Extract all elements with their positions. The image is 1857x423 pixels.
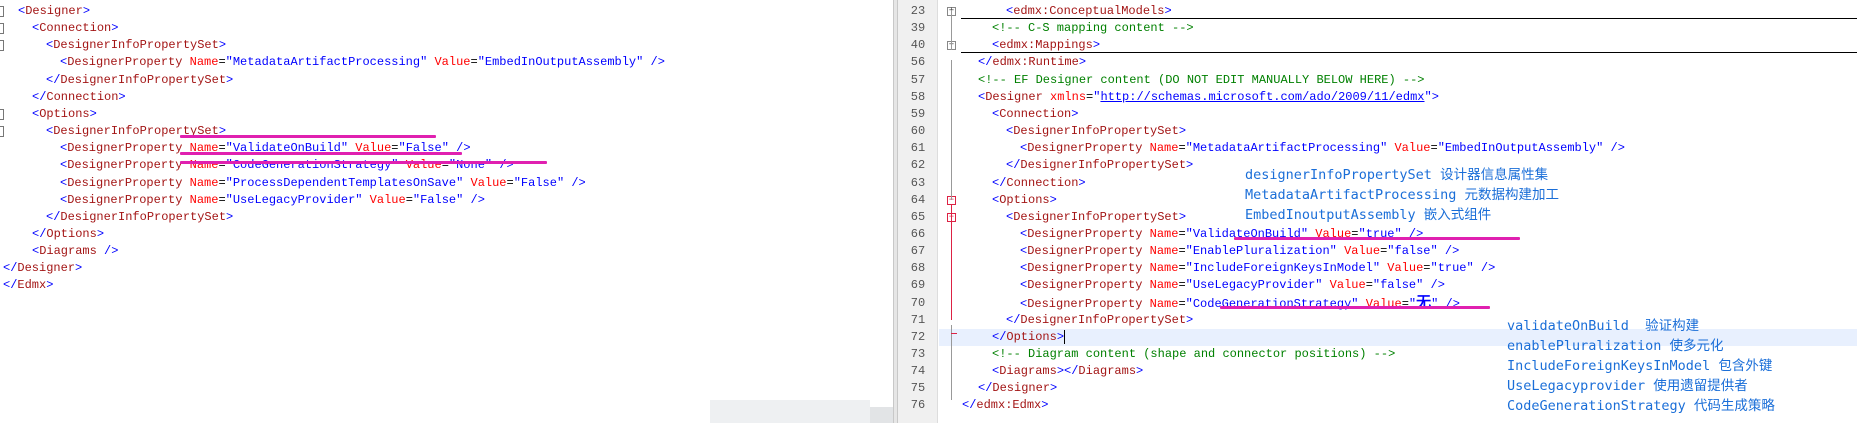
code-line[interactable]: <DesignerProperty Name="MetadataArtifact… [0, 54, 893, 71]
code-text: <!-- EF Designer content (DO NOT EDIT MA… [978, 72, 1425, 87]
code-text: </edmx:Runtime> [978, 55, 1087, 70]
code-line[interactable]: <DesignerProperty Name="ProcessDependent… [0, 175, 893, 192]
annotation-note: validateOnBuild 验证构建 [1507, 318, 1700, 334]
code-text: <Options> [992, 192, 1057, 207]
highlight-underline [180, 135, 436, 138]
region-separator [961, 18, 1857, 19]
code-text: <DesignerProperty Name="UseLegacyProvide… [1020, 278, 1445, 293]
highlight-underline [180, 152, 462, 155]
left-editor-pane[interactable]: <Designer> <Connection> <DesignerInfoPrope… [0, 0, 893, 423]
right-editor-pane[interactable]: 23 <edmx:ConceptualModels> 39 <!-- C-S mapp… [898, 0, 1857, 423]
code-text: <DesignerProperty Name="ValidateOnBuild"… [1020, 226, 1424, 241]
code-text: <DesignerProperty Name="MetadataArtifact… [60, 55, 665, 70]
fold-guide [951, 205, 952, 320]
code-text: <DesignerProperty Name="IncludeForeignKe… [1020, 261, 1496, 276]
code-line[interactable]: </edmx:Runtime> [898, 54, 1857, 71]
code-text: <Designer> [18, 4, 91, 18]
code-line[interactable]: <DesignerProperty Name="UseLegacyProvide… [0, 192, 893, 209]
fold-guide [951, 325, 952, 400]
code-line[interactable]: <DesignerProperty Name="ValidateOnBuild"… [898, 226, 1857, 243]
code-line[interactable]: <Designer xmlns="http://schemas.microsof… [898, 89, 1857, 106]
code-line[interactable]: <DesignerInfoPropertySet> [0, 123, 893, 140]
scroll-corner [710, 400, 870, 423]
code-text: <!-- Diagram content (shape and connecto… [992, 347, 1396, 361]
code-text: </DesignerInfoPropertySet> [1006, 312, 1194, 327]
code-line[interactable]: </DesignerInfoPropertySet> [898, 312, 1857, 329]
code-text: </Options> [32, 226, 105, 241]
code-text: </DesignerInfoPropertySet> [1006, 158, 1194, 173]
code-line[interactable]: </DesignerInfoPropertySet> [0, 72, 893, 89]
annotation-note: IncludeForeignKeysInModel 包含外键 [1507, 358, 1773, 374]
code-text: </DesignerInfoPropertySet> [46, 72, 234, 87]
code-text: <DesignerInfoPropertySet> [46, 38, 227, 53]
code-text: <DesignerProperty Name="CodeGenerationSt… [1020, 294, 1460, 312]
code-text: </DesignerInfoPropertySet> [46, 209, 234, 224]
code-line[interactable]: <DesignerInfoPropertySet> [898, 123, 1857, 140]
code-text: </Connection> [32, 89, 126, 104]
code-text: <DesignerProperty Name="UseLegacyProvide… [60, 192, 485, 207]
highlight-underline [1234, 237, 1520, 240]
annotation-note: enablePluralization 使多元化 [1507, 338, 1724, 354]
annotation-note: UseLegacyprovider 使用遗留提供者 [1507, 378, 1748, 394]
code-text: </Options> [992, 329, 1066, 344]
code-text: <Options> [32, 106, 97, 121]
code-text: <DesignerProperty Name="EnablePluralizat… [1020, 244, 1460, 259]
scroll-corner-right [870, 407, 893, 423]
code-line[interactable]: <!-- C-S mapping content --> [898, 20, 1857, 37]
code-line[interactable]: <DesignerProperty Name="EnablePluralizat… [898, 243, 1857, 260]
code-line[interactable]: </Connection> [0, 89, 893, 106]
code-text: <DesignerProperty Name="CodeGenerationSt… [60, 158, 514, 173]
code-line[interactable]: </Designer> [0, 260, 893, 277]
code-text: </Designer> [3, 261, 83, 276]
region-separator [961, 52, 1857, 53]
code-text: <Designer xmlns="http://schemas.microsof… [978, 89, 1439, 104]
annotation-note: CodeGenerationStrategy 代码生成策略 [1507, 398, 1775, 414]
code-line[interactable]: </DesignerInfoPropertySet> [0, 209, 893, 226]
code-text: <Connection> [32, 21, 119, 36]
code-text: </Edmx> [3, 278, 54, 293]
code-text: </Connection> [992, 175, 1086, 190]
annotation-note: EmbedInoutputAssembly 嵌入式组件 [1245, 207, 1492, 223]
fold-end-marker [951, 333, 957, 334]
code-line[interactable]: <DesignerProperty Name="CodeGenerationSt… [0, 157, 893, 174]
highlight-underline [180, 161, 547, 164]
code-line[interactable]: <DesignerProperty Name="UseLegacyProvide… [898, 277, 1857, 294]
code-line[interactable]: <Connection> [0, 20, 893, 37]
code-text: <DesignerProperty Name="MetadataArtifact… [1020, 141, 1625, 156]
code-line[interactable]: </Edmx> [0, 277, 893, 294]
fold-marker[interactable] [0, 40, 4, 52]
code-line[interactable]: <Options> [0, 106, 893, 123]
code-line[interactable]: <DesignerProperty Name="IncludeForeignKe… [898, 260, 1857, 277]
code-text: <DesignerInfoPropertySet> [1006, 124, 1187, 139]
code-line[interactable]: <!-- EF Designer content (DO NOT EDIT MA… [898, 72, 1857, 89]
code-text: <DesignerInfoPropertySet> [1006, 209, 1187, 224]
code-text: <Connection> [992, 106, 1079, 121]
code-line[interactable]: <DesignerProperty Name="MetadataArtifact… [898, 140, 1857, 157]
annotation-note: MetadataArtifactProcessing 元数据构建加工 [1245, 187, 1559, 203]
fold-marker[interactable] [0, 126, 4, 138]
code-line[interactable]: <Connection> [898, 106, 1857, 123]
fold-guide [951, 10, 952, 50]
fold-marker[interactable] [0, 6, 4, 17]
code-text: <DesignerProperty Name="ProcessDependent… [60, 175, 586, 190]
code-text: <Diagrams></Diagrams> [992, 364, 1144, 379]
annotation-note: designerInfoPropertySet 设计器信息属性集 [1245, 167, 1549, 183]
code-line[interactable]: <Designer> [0, 3, 893, 20]
code-text: </edmx:Edmx> [962, 398, 1049, 413]
text-caret [1064, 329, 1066, 344]
code-text: </Designer> [978, 381, 1058, 396]
code-line[interactable]: </Options> [0, 226, 893, 243]
code-text: <Diagrams /> [32, 244, 119, 259]
code-text: <!-- C-S mapping content --> [992, 21, 1194, 36]
fold-guide [951, 60, 952, 200]
fold-marker[interactable] [0, 23, 4, 35]
code-line[interactable]: <Diagrams /> [0, 243, 893, 260]
highlight-underline [1220, 306, 1490, 309]
code-line[interactable]: <DesignerInfoPropertySet> [0, 37, 893, 54]
fold-marker[interactable] [0, 108, 4, 120]
